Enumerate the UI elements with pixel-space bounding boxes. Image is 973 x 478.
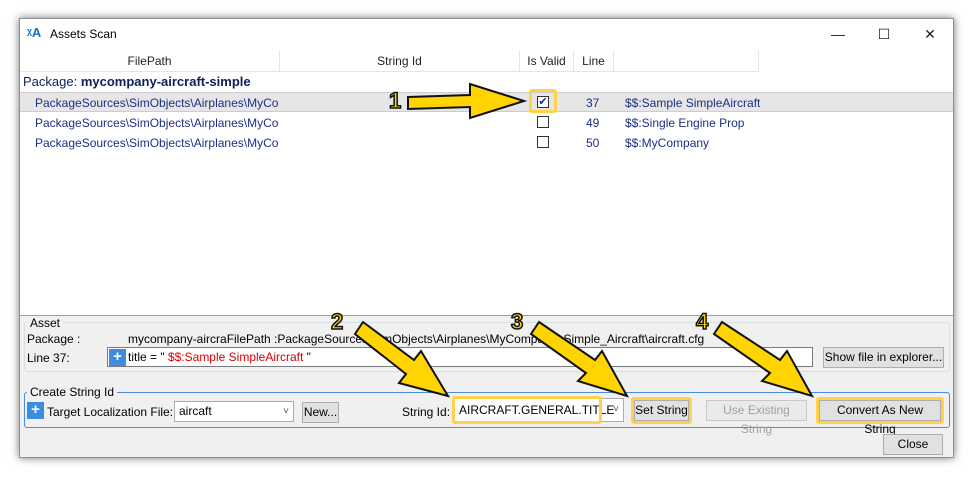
- is-valid-checkbox[interactable]: [537, 116, 549, 128]
- target-localization-label: Target Localization File:: [47, 405, 174, 419]
- asset-package-value: mycompany-aircraFilePath :PackageSources…: [128, 332, 705, 346]
- translate-icon: ᵡA: [27, 25, 42, 40]
- row-string-text: $$:MyCompany: [625, 136, 710, 150]
- asset-package-label: Package :: [27, 332, 81, 346]
- chevron-down-icon: ˅: [613, 404, 619, 415]
- is-valid-checkbox[interactable]: [537, 136, 549, 148]
- target-localization-value: aircaft: [179, 404, 212, 418]
- title-bar: ᵡA Assets Scan — ☐ ✕: [20, 19, 953, 50]
- column-header-line[interactable]: Line: [574, 50, 614, 72]
- new-file-button[interactable]: New...: [302, 402, 339, 423]
- row-filepath: PackageSources\SimObjects\Airplanes\MyCo: [35, 136, 279, 150]
- create-string-id-title: Create String Id: [27, 385, 118, 399]
- show-file-button[interactable]: Show file in explorer...: [823, 347, 944, 368]
- table-row[interactable]: PackageSources\SimObjects\Airplanes\MyCo…: [20, 133, 953, 153]
- package-label: Package:: [23, 74, 78, 89]
- asset-line-label: Line 37:: [27, 351, 70, 365]
- column-header-is-valid[interactable]: Is Valid: [520, 50, 574, 72]
- string-id-highlight: [452, 396, 602, 424]
- use-existing-string-button[interactable]: Use Existing String: [706, 400, 807, 436]
- asset-group-title: Asset: [27, 316, 64, 330]
- line-highlight-text: $$:Sample SimpleAircraft: [167, 350, 304, 364]
- row-line: 49: [586, 116, 600, 130]
- package-name: mycompany-aircraft-simple: [80, 74, 251, 89]
- table-row[interactable]: PackageSources\SimObjects\Airplanes\MyCo…: [20, 113, 953, 133]
- row-filepath: PackageSources\SimObjects\Airplanes\MyCo: [35, 96, 279, 110]
- line-suffix: ": [303, 350, 311, 364]
- maximize-button[interactable]: ☐: [861, 19, 907, 50]
- close-button[interactable]: Close: [883, 434, 943, 455]
- convert-highlight: [816, 397, 944, 424]
- column-header-blank: [614, 50, 759, 72]
- assets-grid[interactable]: FilePath String Id Is Valid Line Package…: [20, 50, 953, 316]
- assets-scan-window: ᵡA Assets Scan — ☐ ✕ FilePath String Id …: [19, 18, 954, 458]
- minimize-button[interactable]: —: [815, 19, 861, 50]
- asset-line-textbox[interactable]: title = " $$:Sample SimpleAircraft ": [107, 347, 813, 367]
- column-header-filepath[interactable]: FilePath: [20, 50, 280, 72]
- row-string-text: $$:Single Engine Prop: [625, 116, 745, 130]
- row-line: 50: [586, 136, 600, 150]
- expand-create-plus-icon[interactable]: +: [27, 402, 44, 419]
- column-header-string-id[interactable]: String Id: [280, 50, 520, 72]
- package-group-header: Package: mycompany-aircraft-simple: [23, 74, 251, 89]
- target-localization-dropdown[interactable]: aircaft ˅: [174, 401, 294, 422]
- string-id-label: String Id:: [402, 405, 451, 419]
- row-filepath: PackageSources\SimObjects\Airplanes\MyCo: [35, 116, 279, 130]
- line-prefix: title = ": [128, 350, 168, 364]
- chevron-down-icon: ˅: [283, 406, 289, 417]
- row-line: 37: [586, 96, 600, 110]
- row-string-text: $$:Sample SimpleAircraft: [625, 96, 761, 110]
- window-title: Assets Scan: [50, 27, 117, 41]
- close-window-button[interactable]: ✕: [907, 19, 953, 50]
- table-row[interactable]: PackageSources\SimObjects\Airplanes\MyCo…: [20, 92, 953, 112]
- checkbox-highlight: [529, 89, 557, 113]
- set-string-highlight: [631, 397, 692, 424]
- expand-line-plus-icon[interactable]: +: [109, 349, 126, 366]
